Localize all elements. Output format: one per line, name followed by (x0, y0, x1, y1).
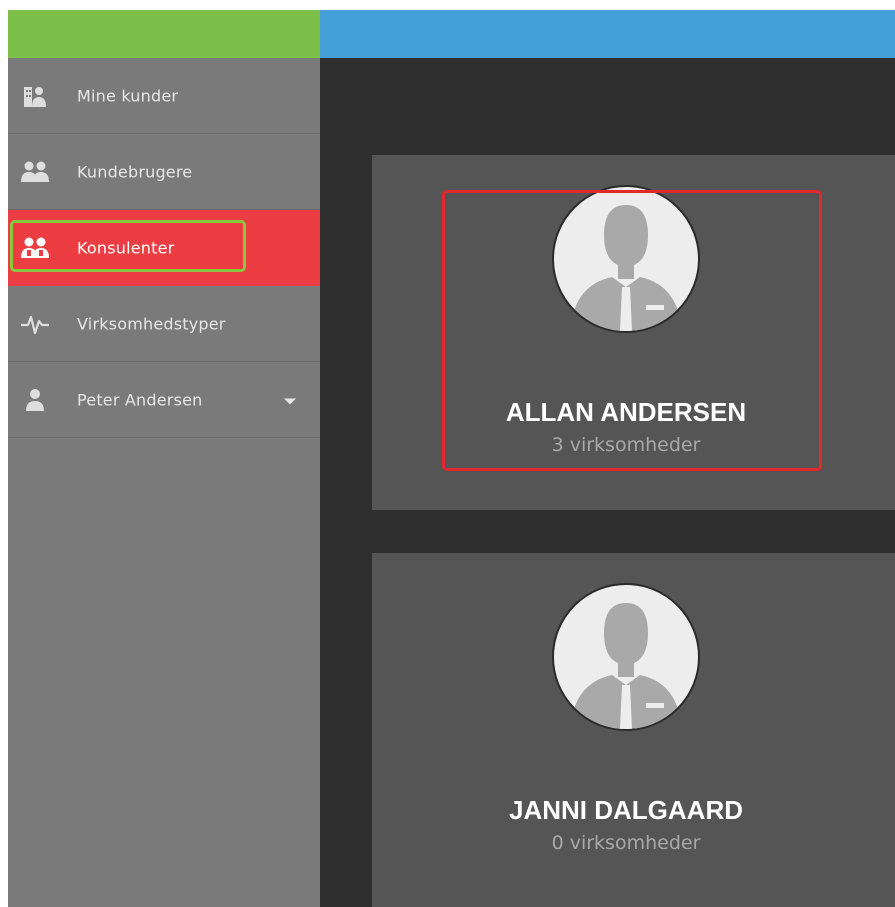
sidebar-item-virksomhedstyper[interactable]: Virksomhedstyper (8, 286, 320, 362)
sidebar-item-label: Mine kunder (77, 86, 179, 105)
avatar (552, 583, 700, 731)
sidebar-item-label: Konsulenter (77, 238, 175, 257)
sidebar: Mine kunder Kundebrugere Konsulenter Vir… (8, 58, 320, 907)
logo-bar[interactable] (8, 10, 320, 58)
user-icon (21, 387, 49, 413)
sidebar-item-kundebrugere[interactable]: Kundebrugere (8, 134, 320, 210)
consultant-card[interactable]: JANNI DALGAARD 0 virksomheder (372, 553, 895, 907)
app-frame: Mine kunder Kundebrugere Konsulenter Vir… (8, 10, 895, 907)
sidebar-item-label: Virksomhedstyper (77, 314, 226, 333)
sidebar-item-label: Kundebrugere (77, 162, 193, 181)
top-bar (320, 10, 895, 58)
user-name-label: Peter Andersen (77, 390, 203, 409)
consultants-icon (21, 235, 49, 261)
pulse-icon (21, 311, 49, 337)
company-count: 3 virksomheder (551, 434, 701, 456)
building-user-icon (21, 83, 49, 109)
sidebar-item-mine-kunder[interactable]: Mine kunder (8, 58, 320, 134)
avatar (552, 185, 700, 333)
company-count: 0 virksomheder (551, 832, 701, 854)
sidebar-item-konsulenter[interactable]: Konsulenter (8, 210, 320, 286)
consultant-name: JANNI DALGAARD (509, 795, 743, 825)
users-icon (21, 159, 49, 185)
sidebar-item-user-menu[interactable]: Peter Andersen (8, 362, 320, 438)
consultant-card[interactable]: ALLAN ANDERSEN 3 virksomheder (372, 155, 895, 510)
consultant-name: ALLAN ANDERSEN (505, 397, 747, 427)
chevron-down-icon[interactable] (284, 398, 296, 404)
